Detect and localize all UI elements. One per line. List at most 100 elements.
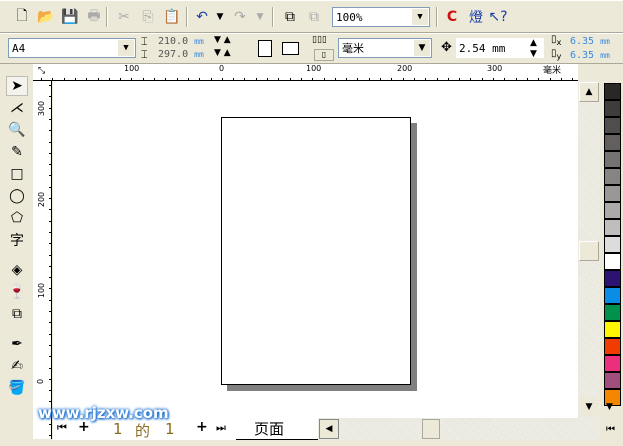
paper-width-icon: ⌶ [141,35,148,48]
ruler-tick [49,435,52,437]
horizontal-ruler[interactable]: ⤡ 100 0 100 200 300 毫米 [33,64,578,81]
ellipse-tool-icon[interactable]: ◯ [6,186,28,206]
ruler-tick [49,220,52,222]
ruler-tick [49,96,52,98]
color-swatch[interactable] [604,236,621,253]
transparency-tool-icon[interactable]: ⧉ [6,304,28,324]
cut-icon[interactable]: ✂ [114,7,134,27]
shape-tool-icon[interactable]: ⋌ [6,98,28,118]
chevron-down-icon[interactable]: ▼ [414,40,430,56]
export-icon[interactable]: ⧉ [304,7,324,27]
color-swatch[interactable] [604,83,621,100]
chevron-down-icon[interactable]: ▼ [118,40,134,56]
interactive-blend-tool-icon[interactable]: ◈ [6,260,28,280]
print-icon[interactable]: 🖶 [84,7,104,27]
new-icon[interactable]: 🗋 [12,7,32,27]
pick-tool-icon[interactable]: ➤ [6,76,28,96]
page[interactable] [221,117,411,385]
scroll-down-icon[interactable]: ▼ [579,397,599,417]
nudge-icon: ✥ [441,40,452,55]
color-swatch[interactable] [604,372,621,389]
add-page-after-icon[interactable]: + [196,419,208,435]
h-scroll-thumb[interactable] [422,419,440,439]
first-page-icon[interactable]: ⏮ [57,421,67,435]
ruler-tick [49,378,52,380]
color-swatch[interactable] [604,355,621,372]
color-swatch[interactable] [604,219,621,236]
vertical-ruler[interactable]: 300 200 100 0 [33,81,52,439]
corel-online-icon[interactable]: 燈 [466,7,486,27]
portrait-button[interactable] [258,40,272,57]
palette-scroll-down-icon[interactable]: ▼ [606,402,613,412]
color-swatch[interactable] [604,287,621,304]
color-swatch[interactable] [604,202,621,219]
paper-height-value: 297.0 [158,49,189,60]
application-launcher-icon[interactable]: C [442,7,462,27]
redo-icon[interactable]: ↷ [230,7,250,27]
scroll-thumb[interactable] [579,241,599,261]
color-swatch[interactable] [604,253,621,270]
copy-icon[interactable]: ⎘ [138,7,158,27]
ruler-tick [49,322,52,324]
color-swatch[interactable] [604,151,621,168]
nudge-stepper[interactable]: ▲ ▼ [530,38,537,60]
width-stepper[interactable]: ▼ ▲ [214,35,231,45]
nudge-value: 2.54 mm [459,41,506,55]
color-swatch[interactable] [604,338,621,355]
ruler-tick [49,356,52,358]
scroll-up-icon[interactable]: ▲ [579,82,599,102]
ruler-tick [49,209,52,211]
height-stepper[interactable]: ▼ ▲ [214,48,231,58]
whats-this-help-icon[interactable]: ↖? [488,7,508,27]
watermark: www.rjzxw.com [38,404,169,422]
rectangle-tool-icon[interactable]: □ [6,164,28,184]
landscape-button[interactable] [282,42,299,55]
color-swatch[interactable] [604,168,621,185]
fill-tool-icon[interactable]: 🪣 [6,378,28,398]
color-swatch[interactable] [604,100,621,117]
color-swatch[interactable] [604,321,621,338]
ruler-origin-icon[interactable]: ⤡ [38,66,45,76]
text-tool-icon[interactable]: 字 [6,230,28,250]
color-swatch[interactable] [604,134,621,151]
page-layout-icon[interactable]: ▯▯▯ [312,35,327,45]
polygon-tool-icon[interactable]: ⬠ [6,208,28,228]
paper-width-unit: mm [194,37,204,46]
save-icon[interactable]: 💾 [60,7,80,27]
paper-height-field[interactable]: 297.0 mm [158,49,204,60]
current-page-button[interactable]: ▯ [314,49,334,61]
undo-icon[interactable]: ↶ [192,7,212,27]
zoom-combo[interactable]: 100% ▼ [332,7,430,27]
open-icon[interactable]: 📂 [36,7,56,27]
scroll-left-icon[interactable]: ◀ [319,419,339,439]
duplicate-x-value: 6.35 [570,36,595,47]
horizontal-scrollbar[interactable]: ◀ [318,418,600,440]
import-icon[interactable]: ⧉ [280,7,300,27]
palette-expand-icon[interactable]: ⏮ [606,424,615,435]
duplicate-y-field[interactable]: 6.35 mm [570,50,610,61]
color-swatch[interactable] [604,304,621,321]
pen-tool-icon[interactable]: ✍ [6,356,28,376]
ruler-tick [49,390,52,392]
paper-size-combo[interactable]: A4 ▼ [8,38,136,58]
ruler-tick [49,164,52,166]
chevron-down-icon[interactable]: ▼ [412,9,428,25]
color-swatch[interactable] [604,185,621,202]
color-swatch[interactable] [604,270,621,287]
paste-icon[interactable]: 📋 [162,7,182,27]
tab-page-1[interactable]: 页面 [236,418,318,440]
redo-dropdown-icon[interactable]: ▼ [250,7,270,27]
vertical-scrollbar[interactable]: ▲ ▼ [578,81,600,418]
outline-tool-icon[interactable]: ✒ [6,334,28,354]
eyedropper-tool-icon[interactable]: 🍷 [6,282,28,302]
duplicate-x-field[interactable]: 6.35 mm [570,36,610,47]
last-page-icon[interactable]: ⏭ [216,421,226,435]
duplicate-y-icon: ▯y [551,48,562,61]
drawing-canvas[interactable] [53,81,578,418]
freehand-tool-icon[interactable]: ✎ [6,142,28,162]
undo-dropdown-icon[interactable]: ▼ [210,7,230,27]
units-combo[interactable]: 毫米 ▼ [338,38,432,58]
zoom-tool-icon[interactable]: 🔍 [6,120,28,140]
color-swatch[interactable] [604,117,621,134]
paper-width-field[interactable]: 210.0 mm [158,36,204,47]
